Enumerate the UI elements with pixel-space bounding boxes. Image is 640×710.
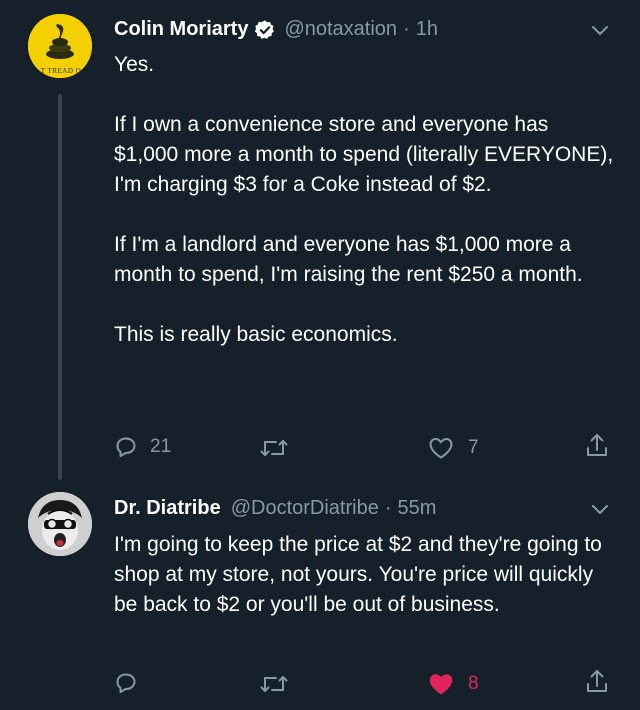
tweet1-header: Colin Moriarty @notaxation · 1h xyxy=(114,18,438,41)
reply-count: 21 xyxy=(150,436,172,457)
author-name[interactable]: Colin Moriarty xyxy=(114,18,248,41)
share-icon xyxy=(587,434,607,456)
chevron-down-icon[interactable] xyxy=(590,24,610,38)
retweet-button[interactable] xyxy=(260,437,288,459)
tweet-timestamp[interactable]: 55m xyxy=(398,497,437,520)
avatar-colin-moriarty[interactable]: T TREAD O xyxy=(28,14,92,78)
avatar-motto-text: T TREAD O xyxy=(40,67,82,75)
tweet1-text: Yes. If I own a convenience store and ev… xyxy=(114,53,614,346)
like-count: 8 xyxy=(468,673,479,694)
avatar-dr-diatribe[interactable] xyxy=(28,492,92,556)
share-icon xyxy=(587,670,607,692)
separator-dot: · xyxy=(403,18,410,40)
author-handle[interactable]: @notaxation xyxy=(284,18,397,41)
heart-icon xyxy=(429,438,453,459)
thread-connector-line xyxy=(58,94,62,480)
verified-badge-icon xyxy=(254,19,276,41)
like-count: 7 xyxy=(468,437,479,458)
retweet-icon xyxy=(260,440,288,456)
reply-button[interactable]: 21 xyxy=(114,435,171,459)
author-handle[interactable]: @DoctorDiatribe xyxy=(231,497,379,520)
reply-button[interactable] xyxy=(114,671,138,695)
author-name[interactable]: Dr. Diatribe xyxy=(114,497,221,520)
like-button[interactable]: 7 xyxy=(428,436,479,460)
chevron-down-icon[interactable] xyxy=(590,503,610,517)
retweet-icon xyxy=(260,676,288,692)
tweet2-header: Dr. Diatribe @DoctorDiatribe · 55m xyxy=(114,497,436,520)
cartoon-face-icon xyxy=(28,492,92,556)
reply-icon xyxy=(116,673,136,693)
heart-filled-icon xyxy=(429,674,453,695)
tweet-timestamp[interactable]: 1h xyxy=(416,18,438,41)
share-button[interactable] xyxy=(585,669,609,695)
separator-dot: · xyxy=(384,497,392,519)
retweet-button[interactable] xyxy=(260,673,288,695)
tweet2-text: I'm going to keep the price at $2 and th… xyxy=(114,533,602,616)
share-button[interactable] xyxy=(585,433,609,459)
like-button[interactable]: 8 xyxy=(428,672,479,696)
reply-icon xyxy=(116,437,136,457)
